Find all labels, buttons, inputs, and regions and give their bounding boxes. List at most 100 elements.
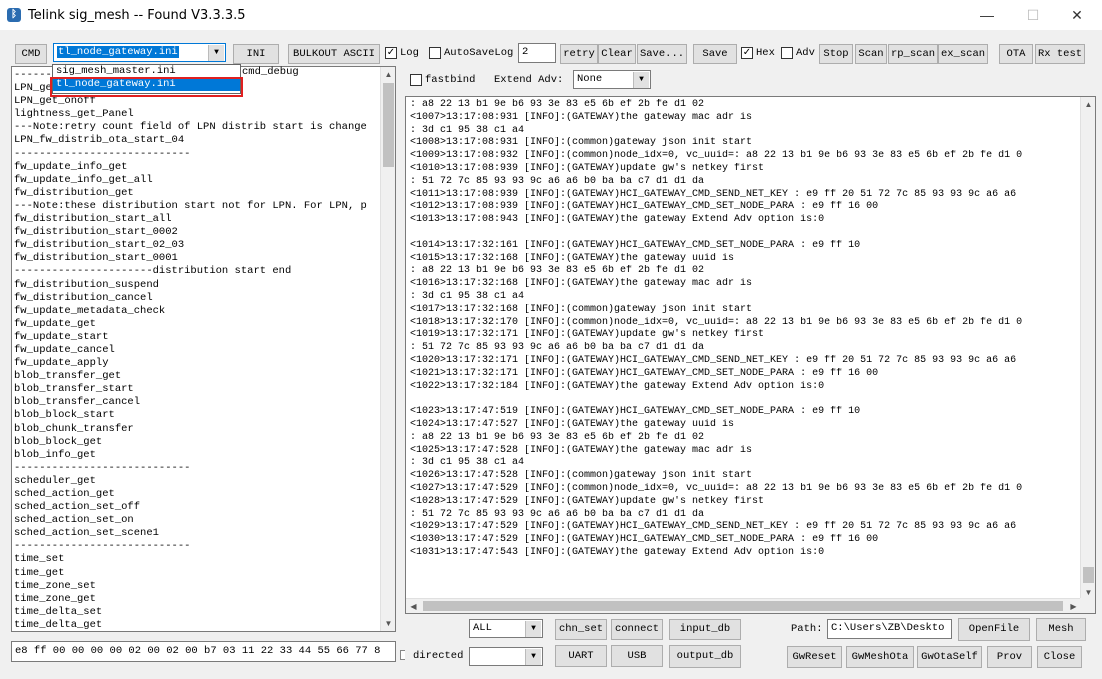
scroll-right-icon[interactable]: ▶ [1066, 599, 1081, 613]
command-list-item[interactable]: sched_action_get [14, 488, 382, 501]
command-list-item[interactable]: fw_distribution_start_02_03 [14, 239, 382, 252]
extend-adv-combo[interactable]: None ▼ [573, 70, 651, 89]
command-list-item[interactable]: fw_distribution_start_0002 [14, 226, 382, 239]
chn-set-button[interactable]: chn_set [555, 619, 607, 640]
chevron-down-icon[interactable]: ▼ [633, 72, 649, 88]
command-list-item[interactable]: time_set [14, 553, 382, 566]
adv-checkbox[interactable] [781, 47, 793, 59]
command-list-item[interactable]: blob_transfer_start [14, 383, 382, 396]
scroll-down-icon[interactable]: ▼ [381, 616, 395, 631]
command-list-item[interactable]: time_zone_set [14, 580, 382, 593]
input-db-button[interactable]: input_db [669, 619, 741, 640]
command-list-item[interactable]: blob_chunk_transfer [14, 423, 382, 436]
maximize-button[interactable]: ☐ [1010, 0, 1056, 30]
rp-scan-button[interactable]: rp_scan [888, 44, 938, 64]
command-list-item[interactable]: scheduler_get [14, 475, 382, 488]
command-list-item[interactable]: fw_distribution_start_0001 [14, 252, 382, 265]
command-list-item[interactable]: fw_update_apply [14, 357, 382, 370]
command-list-item[interactable]: sched_action_set_scene1 [14, 527, 382, 540]
output-db-button[interactable]: output_db [669, 645, 741, 668]
scroll-up-icon[interactable]: ▲ [381, 67, 395, 82]
command-list-item[interactable]: fw_update_info_get_all [14, 174, 382, 187]
command-list-item[interactable]: blob_block_start [14, 409, 382, 422]
command-list-item[interactable]: fw_update_cancel [14, 344, 382, 357]
command-list-item[interactable]: fw_update_metadata_check [14, 305, 382, 318]
command-list-item[interactable]: blob_block_get [14, 436, 382, 449]
log-vscrollbar[interactable]: ▲ ▼ [1080, 97, 1095, 600]
scroll-left-icon[interactable]: ◀ [406, 599, 421, 613]
command-list-item[interactable]: sched_action_set_on [14, 514, 382, 527]
directed-checkbox[interactable] [400, 650, 405, 660]
rx-test-button[interactable]: Rx test [1035, 44, 1085, 64]
command-list-item[interactable]: fw_update_start [14, 331, 382, 344]
prov-button[interactable]: Prov [987, 646, 1032, 668]
stop-button[interactable]: Stop [819, 44, 853, 64]
fastbind-checkbox[interactable] [410, 74, 422, 86]
command-list-item[interactable]: blob_transfer_cancel [14, 396, 382, 409]
cmd-button[interactable]: CMD [15, 44, 47, 64]
gwreset-button[interactable]: GwReset [787, 646, 842, 668]
command-list-item[interactable]: fw_distribution_start_all [14, 213, 382, 226]
command-list-item[interactable]: time_delta_set [14, 606, 382, 619]
gwmeshota-button[interactable]: GwMeshOta [846, 646, 914, 668]
command-list[interactable]: ------ LPN_ge LPN_get_onoff lightness_get_P… [11, 66, 396, 632]
ini-button[interactable]: INI [233, 44, 279, 64]
command-list-item[interactable]: blob_transfer_get [14, 370, 382, 383]
ota-button[interactable]: OTA [999, 44, 1033, 64]
usb-button[interactable]: USB [611, 645, 663, 667]
command-list-item[interactable]: time_delta_get [14, 619, 382, 631]
filter-combo[interactable]: ALL ▼ [469, 619, 543, 638]
command-list-item[interactable]: LPN_get_onoff [14, 95, 382, 108]
command-list-item[interactable]: ---------------------------- [14, 540, 382, 553]
clear-button[interactable]: Clear [598, 44, 636, 64]
connect-button[interactable]: connect [611, 619, 663, 640]
autosave-checkbox[interactable] [429, 47, 441, 59]
autosave-count-input[interactable]: 2 [518, 43, 556, 63]
gwotaself-button[interactable]: GwOtaSelf [917, 646, 982, 668]
ini-file-combo[interactable]: tl_node_gateway.ini ▼ [53, 43, 226, 62]
uart-button[interactable]: UART [555, 645, 607, 667]
command-list-item[interactable]: fw_update_info_get [14, 161, 382, 174]
command-list-scrollbar[interactable]: ▲ ▼ [380, 67, 395, 631]
mesh-button[interactable]: Mesh [1036, 618, 1086, 641]
ex-scan-button[interactable]: ex_scan [938, 44, 988, 64]
close-button[interactable]: Close [1037, 646, 1082, 668]
command-list-item[interactable]: time_get [14, 567, 382, 580]
scrollbar-thumb[interactable] [383, 83, 394, 167]
command-list-item[interactable]: fw_update_get [14, 318, 382, 331]
hex-checkbox[interactable]: ✓ [741, 47, 753, 59]
chevron-down-icon[interactable]: ▼ [525, 621, 541, 637]
chevron-down-icon[interactable]: ▼ [525, 649, 541, 665]
command-list-item[interactable]: fw_distribution_get [14, 187, 382, 200]
log-output[interactable]: : a8 22 13 b1 9e b6 93 3e 83 e5 6b ef 2b… [405, 96, 1096, 614]
command-list-item[interactable]: ---------------------------- [14, 462, 382, 475]
command-input[interactable]: e8 ff 00 00 00 00 02 00 02 00 b7 03 11 2… [11, 641, 396, 662]
save-button[interactable]: Save [693, 44, 737, 64]
command-list-item[interactable]: fw_distribution_cancel [14, 292, 382, 305]
command-list-item[interactable]: blob_info_get [14, 449, 382, 462]
command-list-item[interactable]: ---Note:these distribution start not for… [14, 200, 382, 213]
bulkout-ascii-button[interactable]: BULKOUT ASCII [288, 44, 380, 64]
command-list-item[interactable]: sched_action_set_off [14, 501, 382, 514]
command-list-item[interactable]: LPN_fw_distrib_ota_start_04 [14, 134, 382, 147]
save-as-button[interactable]: Save... [637, 44, 687, 64]
command-list-item[interactable]: ----------------------distribution start… [14, 265, 382, 278]
close-window-button[interactable]: ✕ [1054, 0, 1100, 30]
path-input[interactable]: C:\Users\ZB\Deskto [827, 619, 952, 639]
scan-button[interactable]: Scan [855, 44, 887, 64]
retry-button[interactable]: retry [560, 44, 598, 64]
command-list-item[interactable]: ---------------------------- [14, 148, 382, 161]
command-list-item[interactable]: lightness_get_Panel [14, 108, 382, 121]
log-checkbox[interactable]: ✓ [385, 47, 397, 59]
scrollbar-thumb[interactable] [1083, 567, 1094, 583]
command-list-item[interactable]: fw_distribution_suspend [14, 279, 382, 292]
log-hscrollbar[interactable]: ◀ ▶ [406, 598, 1081, 613]
command-list-item[interactable]: time_zone_get [14, 593, 382, 606]
chevron-down-icon[interactable]: ▼ [208, 45, 224, 61]
directed-combo[interactable]: ▼ [469, 647, 543, 666]
minimize-button[interactable]: — [964, 0, 1010, 30]
scrollbar-thumb[interactable] [423, 601, 1063, 611]
openfile-button[interactable]: OpenFile [958, 618, 1030, 641]
command-list-item[interactable]: ---Note:retry count field of LPN distrib… [14, 121, 382, 134]
scroll-up-icon[interactable]: ▲ [1081, 97, 1095, 112]
